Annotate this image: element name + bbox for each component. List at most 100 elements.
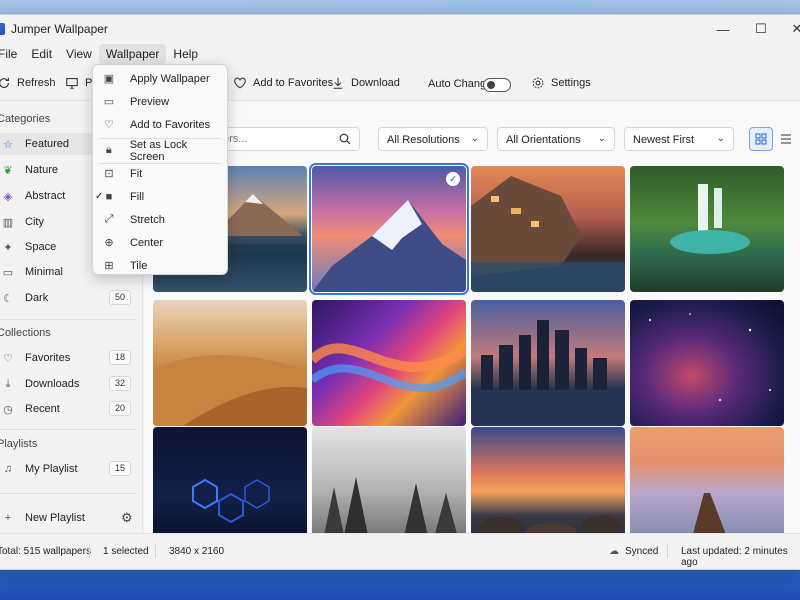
status-divider <box>155 544 156 558</box>
forest-art <box>322 477 460 545</box>
search-input[interactable]: ers... <box>214 127 360 151</box>
settings-button[interactable]: Settings <box>531 76 591 90</box>
grid-view-button[interactable] <box>749 127 773 151</box>
sidebar-item-label: My Playlist <box>25 463 78 475</box>
menu-item-tile[interactable]: ⊞ Tile <box>97 255 223 276</box>
menu-item-set-as-lock-screen[interactable]: 🔒︎ Set as Lock Screen <box>97 138 223 163</box>
minimize-button[interactable]: — <box>713 19 733 39</box>
chevron-down-icon: ⌄ <box>716 133 725 144</box>
waves-art <box>312 343 466 392</box>
menu-item-stretch[interactable]: ⤢ Stretch <box>97 209 223 230</box>
add-to-favorites-button[interactable]: Add to Favorites <box>233 76 333 90</box>
minimal-icon: ▭ <box>2 266 14 279</box>
resolution-dropdown[interactable]: All Resolutions ⌄ <box>378 127 488 151</box>
list-view-button[interactable] <box>774 127 798 151</box>
menu-wallpaper[interactable]: Wallpaper <box>98 44 167 64</box>
sidebar-item-label: Abstract <box>25 190 66 202</box>
resolution-value: All Resolutions <box>387 134 460 146</box>
menu-item-fill[interactable]: ✓ ■ Fill <box>95 186 223 207</box>
status-divider <box>667 544 668 558</box>
sidebar-item-label: Nature <box>25 164 59 176</box>
wallpaper-thumbnail-snowy-peak[interactable]: ✓ <box>309 163 469 295</box>
count-badge: 18 <box>108 350 131 365</box>
main-content: ers... All Resolutions ⌄ All Orientation… <box>144 101 800 545</box>
menu-item-label: Apply Wallpaper <box>130 72 210 85</box>
orientation-value: All Orientations <box>506 134 581 146</box>
menu-edit[interactable]: Edit <box>24 44 59 64</box>
menu-item-label: Stretch <box>130 213 165 226</box>
snowy-peak-art <box>312 200 466 292</box>
menu-item-apply-wallpaper[interactable]: ▣ Apply Wallpaper <box>97 68 223 89</box>
menu-file[interactable]: File <box>0 44 24 64</box>
wallpaper-thumbnail-desert-dunes[interactable] <box>153 300 307 426</box>
menu-item-center[interactable]: ⊕ Center <box>97 232 223 253</box>
wallpaper-thumbnail-hexagon-dark[interactable] <box>153 427 307 545</box>
menu-help[interactable]: Help <box>166 44 205 64</box>
last-updated: Last updated: 2 minutes ago <box>681 546 788 568</box>
menu-item-label: Center <box>130 236 164 249</box>
sidebar-item-recent[interactable]: ◷ Recent 20 <box>0 398 135 420</box>
fill-icon: ■ <box>105 190 113 203</box>
sort-dropdown[interactable]: Newest First ⌄ <box>624 127 734 151</box>
gear-icon <box>532 77 544 89</box>
center-icon: ⊕ <box>104 237 114 249</box>
sidebar-item-label: Space <box>25 241 57 253</box>
cloud-icon: ☁ <box>609 546 619 557</box>
refresh-icon <box>0 77 9 88</box>
menu-item-label: Fit <box>130 167 143 180</box>
wallpaper-thumbnail-nebula[interactable] <box>630 300 784 426</box>
sidebar-item-dark[interactable]: ☾ Dark 50 <box>0 287 135 309</box>
wallpaper-thumbnail-abstract-waves[interactable] <box>312 300 466 426</box>
menu-item-label: Fill <box>130 190 145 203</box>
menu-view[interactable]: View <box>59 44 99 64</box>
maximize-button[interactable]: ☐ <box>751 19 771 39</box>
plus-icon: + <box>4 512 12 524</box>
selected-count: 1 selected <box>103 546 149 557</box>
menu-bar: File Edit View Wallpaper Help <box>0 43 800 65</box>
menu-item-label: Set as Lock Screen <box>129 138 188 163</box>
abstract-icon: ◈ <box>3 190 13 203</box>
rocky-coast-art <box>479 516 621 543</box>
app-window: Jumper Wallpaper — ☐ ✕ File Edit View Wa… <box>0 14 800 570</box>
count-badge: 20 <box>108 401 131 416</box>
menu-item-add-to-favorites[interactable]: ♡ Add to Favorites <box>97 114 223 135</box>
sidebar-item-label: Downloads <box>25 378 80 390</box>
sidebar-item-favorites[interactable]: ♡ Favorites 18 <box>0 347 135 369</box>
monitor-icon <box>66 78 78 89</box>
download-button[interactable]: Download <box>331 76 400 90</box>
wallpaper-thumbnail-cliff-village[interactable] <box>471 166 625 292</box>
gear-icon[interactable]: ⚙ <box>121 510 133 526</box>
status-divider <box>89 544 90 558</box>
sidebar-item-downloads[interactable]: ⤓ Downloads 32 <box>0 373 135 395</box>
sidebar-item-label: Featured <box>25 138 70 150</box>
collections-title: Collections <box>0 327 51 339</box>
sidebar-item-label: Favorites <box>25 352 71 364</box>
selected-resolution: 3840 x 2160 <box>169 546 225 557</box>
new-playlist-button[interactable]: + New Playlist <box>0 507 95 529</box>
download-icon: ⤓ <box>5 377 11 390</box>
menu-item-label: Add to Favorites <box>130 118 211 131</box>
menu-item-preview[interactable]: ▭ Preview <box>97 91 223 112</box>
chevron-down-icon: ⌄ <box>470 133 479 144</box>
app-icon <box>0 23 5 35</box>
sort-value: Newest First <box>633 134 695 146</box>
wallpaper-thumbnail-pier-sunset[interactable] <box>630 427 784 545</box>
wallpaper-thumbnail-jungle-waterfall[interactable] <box>630 166 784 292</box>
auto-change-toggle[interactable] <box>483 78 511 92</box>
close-button[interactable]: ✕ <box>787 19 800 39</box>
sidebar-item-my-playlist[interactable]: ♫ My Playlist 15 <box>0 458 135 480</box>
wallpaper-thumbnail-city-skyline[interactable] <box>471 300 625 426</box>
lock-icon: 🔒︎ <box>105 144 112 156</box>
new-playlist-label: New Playlist <box>25 512 85 524</box>
wallpaper-thumbnail-misty-forest[interactable] <box>312 427 466 545</box>
sidebar-divider <box>0 429 136 430</box>
heart-icon <box>234 77 246 89</box>
menu-item-fit[interactable]: ⊡ Fit <box>97 163 223 184</box>
count-badge: 50 <box>108 290 131 305</box>
heart-icon: ♡ <box>3 352 13 365</box>
refresh-button[interactable]: Refresh <box>0 76 56 90</box>
waterfall-art <box>670 184 750 254</box>
orientation-dropdown[interactable]: All Orientations ⌄ <box>497 127 615 151</box>
image-icon: ▣ <box>103 73 115 85</box>
wallpaper-thumbnail-rocky-coast[interactable] <box>471 427 625 545</box>
